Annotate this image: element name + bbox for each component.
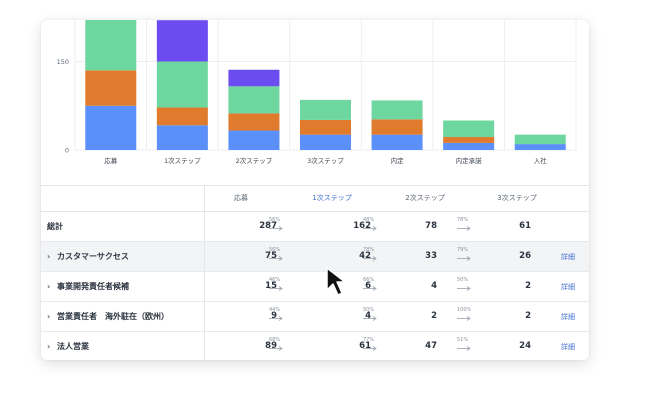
rate-label: 78%	[363, 247, 375, 253]
bar-segment	[443, 120, 495, 138]
row-label: › カスタマーサクセス	[47, 252, 129, 261]
x-tick-label: 内定承諾	[456, 156, 483, 165]
bar-segment	[85, 70, 137, 106]
bar-segment	[443, 137, 495, 143]
table-row[interactable]: › 事業開発責任者候補 15 46% 6 66% 4 50% 2 詳細	[41, 272, 589, 302]
y-tick-label: 150	[57, 58, 69, 66]
rate-label: 56%	[269, 247, 281, 253]
arrow-icon	[457, 226, 471, 231]
bar-segment	[371, 119, 423, 135]
arrow-icon	[363, 226, 377, 231]
arrow-icon	[269, 346, 283, 351]
header-step1: 1次ステップ	[312, 194, 352, 202]
bar-segment	[300, 134, 351, 150]
table-row[interactable]: › 営業責任者 海外駐在（欧州） 9 44% 4 50% 2 100% 2 詳細	[41, 302, 589, 332]
bar-segment	[156, 20, 208, 62]
row-label: › 営業責任者 海外駐在（欧州）	[47, 312, 169, 321]
row-label: 総計	[47, 222, 63, 231]
bar-segment	[228, 130, 280, 150]
cell-value: 33	[425, 251, 437, 261]
bar-segment	[514, 144, 566, 150]
arrow-icon	[363, 316, 377, 321]
funnel-report-card: 0 150 応募 1次ステップ 2次ステップ 3次ステップ 内定 内定承諾 入社 応募 1次ステ…	[41, 20, 589, 360]
bar-segment	[228, 86, 280, 114]
bar-segment	[156, 125, 208, 150]
bar-segment	[85, 105, 137, 150]
arrow-icon	[457, 256, 471, 261]
detail-link[interactable]: 詳細	[561, 282, 575, 292]
arrow-icon	[363, 286, 377, 291]
bar-segment	[514, 134, 566, 145]
row-label: › 法人営業	[47, 342, 89, 351]
detail-link[interactable]: 詳細	[561, 312, 575, 322]
cell-value: 78	[425, 221, 437, 231]
chevron-right-icon[interactable]: ›	[47, 312, 57, 321]
x-tick-label: 内定	[391, 156, 405, 165]
bar-segment	[443, 142, 495, 150]
row-label: › 事業開発責任者候補	[47, 282, 129, 291]
x-tick-label: 1次ステップ	[164, 156, 201, 165]
bar-segment	[228, 113, 280, 131]
rate-label: 78%	[457, 217, 469, 223]
bar-segment	[156, 61, 208, 108]
x-tick-label: 2次ステップ	[236, 156, 273, 165]
bar-segment	[371, 134, 423, 150]
arrow-icon	[457, 346, 471, 351]
x-tick-label: 応募	[104, 156, 118, 165]
rate-label: 46%	[269, 277, 281, 283]
rate-label: 48%	[363, 217, 375, 223]
x-tick-label: 3次ステップ	[307, 156, 344, 165]
chart-svg: 0 150 応募 1次ステップ 2次ステップ 3次ステップ 内定 内定承諾 入社	[57, 20, 577, 165]
table-row[interactable]: › 法人営業 89 68% 61 77% 47 51% 24 詳細	[41, 332, 589, 360]
x-tick-label: 入社	[534, 156, 548, 165]
rate-label: 50%	[363, 307, 375, 313]
arrow-icon	[269, 256, 283, 261]
bar-segment	[300, 99, 351, 120]
cell-value: 4	[431, 281, 437, 291]
y-tick-label: 0	[65, 147, 69, 155]
arrow-icon	[363, 256, 377, 261]
bar-segment	[228, 69, 280, 87]
header-step2: 2次ステップ	[405, 194, 445, 202]
chevron-right-icon[interactable]: ›	[47, 282, 57, 291]
funnel-table: 応募 1次ステップ 2次ステップ 3次ステップ 総計 287 56% 162 4…	[41, 185, 589, 360]
header-step3: 3次ステップ	[497, 194, 537, 202]
arrow-icon	[457, 286, 471, 291]
cell-value: 47	[425, 341, 437, 351]
table-row-total: 総計 287 56% 162 48% 78 78% 61	[41, 212, 589, 242]
cell-value: 2	[525, 311, 531, 321]
rate-label: 44%	[269, 307, 281, 313]
rate-label: 51%	[457, 337, 469, 343]
arrow-icon	[363, 346, 377, 351]
table-row[interactable]: › カスタマーサクセス 75 56% 42 78% 33 79% 26 詳細	[41, 242, 589, 272]
rate-label: 68%	[269, 337, 281, 343]
chevron-right-icon[interactable]: ›	[47, 342, 57, 351]
cell-value: 61	[519, 221, 531, 231]
table-header: 応募 1次ステップ 2次ステップ 3次ステップ	[41, 185, 589, 212]
arrow-icon	[269, 316, 283, 321]
cell-value: 24	[519, 341, 531, 351]
arrow-icon	[269, 226, 283, 231]
mouse-cursor-icon	[326, 267, 346, 296]
cell-value: 2	[431, 311, 437, 321]
rate-label: 79%	[457, 247, 469, 253]
stacked-bar-chart: 0 150 応募 1次ステップ 2次ステップ 3次ステップ 内定 内定承諾 入社	[41, 20, 589, 180]
bar-segment	[371, 100, 423, 120]
chevron-right-icon[interactable]: ›	[47, 252, 57, 261]
cell-value: 26	[519, 251, 531, 261]
detail-link[interactable]: 詳細	[561, 342, 575, 352]
rate-label: 66%	[363, 277, 375, 283]
rate-label: 77%	[363, 337, 375, 343]
bar-segment	[85, 20, 137, 71]
header-apply: 応募	[234, 194, 248, 202]
bar-segment	[300, 119, 351, 135]
detail-link[interactable]: 詳細	[561, 252, 575, 262]
bar-segment	[156, 107, 208, 126]
rate-label: 100%	[457, 307, 472, 313]
arrow-icon	[269, 286, 283, 291]
cell-value: 2	[525, 281, 531, 291]
rate-label: 50%	[457, 277, 469, 283]
arrow-icon	[457, 316, 471, 321]
rate-label: 56%	[269, 217, 281, 223]
